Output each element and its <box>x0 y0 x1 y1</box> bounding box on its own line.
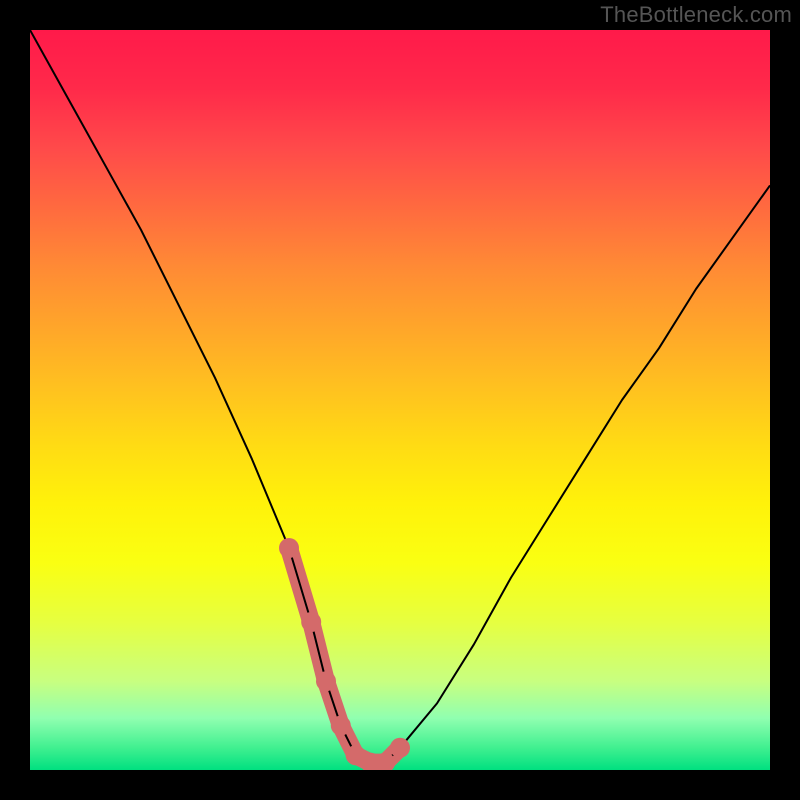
bottleneck-curve <box>30 30 770 763</box>
chart-frame: TheBottleneck.com <box>0 0 800 800</box>
plot-area <box>30 30 770 770</box>
watermark-text: TheBottleneck.com <box>600 2 792 28</box>
chart-svg <box>30 30 770 770</box>
highlight-dot <box>279 538 299 558</box>
highlight-dot <box>301 612 321 632</box>
highlight-dot <box>390 738 410 758</box>
highlight-dot <box>316 671 336 691</box>
highlight-dot <box>331 716 351 736</box>
